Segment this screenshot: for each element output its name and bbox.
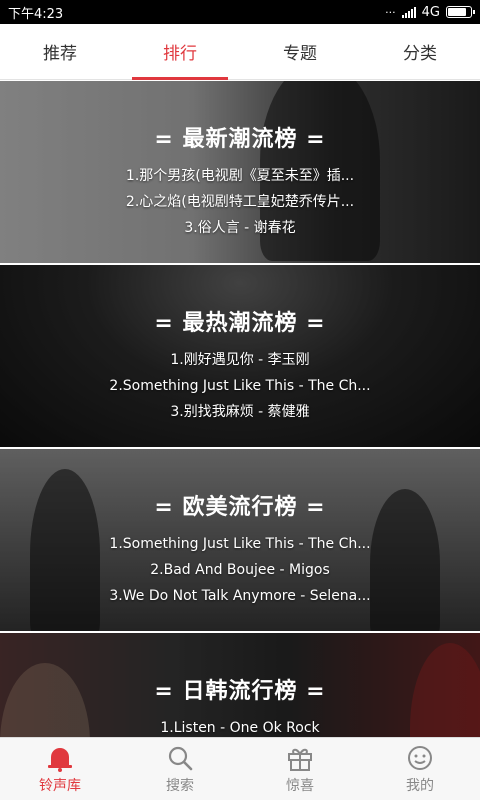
nav-label: 搜索 <box>166 778 194 794</box>
chart-title: = 日韩流行榜 = <box>154 679 326 704</box>
tab-recommend[interactable]: 推荐 <box>0 24 120 79</box>
top-tab-bar: 推荐 排行 专题 分类 <box>0 24 480 80</box>
gift-icon <box>285 743 315 773</box>
nav-surprise[interactable]: 惊喜 <box>240 738 360 800</box>
chart-song: 1.Something Just Like This - The Ch... <box>109 536 371 552</box>
chart-song: 1.那个男孩(电视剧《夏至未至》插... <box>125 168 355 184</box>
bell-icon <box>45 743 75 773</box>
battery-icon <box>446 6 475 18</box>
chart-title: = 欧美流行榜 = <box>154 495 326 520</box>
chart-card-asian[interactable]: = 日韩流行榜 = 1.Listen - One Ok Rock <box>0 633 480 737</box>
chart-song: 2.Something Just Like This - The Ch... <box>109 378 371 394</box>
nav-label: 铃声库 <box>39 778 81 794</box>
tab-ranking[interactable]: 排行 <box>120 24 240 80</box>
status-icons: ··· 4G <box>385 4 475 20</box>
face-icon <box>405 743 435 773</box>
tab-categories[interactable]: 分类 <box>360 24 480 79</box>
nav-search[interactable]: 搜索 <box>120 738 240 800</box>
chart-song: 3.别找我麻烦 - 蔡健雅 <box>170 404 310 420</box>
chart-title: = 最新潮流榜 = <box>154 127 326 152</box>
signal-icon <box>401 6 416 18</box>
dots-icon: ··· <box>385 5 396 19</box>
bottom-nav: 铃声库 搜索 惊喜 我的 <box>0 737 480 800</box>
tab-topics[interactable]: 专题 <box>240 24 360 79</box>
chart-card-hottest[interactable]: = 最热潮流榜 = 1.刚好遇见你 - 李玉刚 2.Something Just… <box>0 265 480 447</box>
chart-list[interactable]: = 最新潮流榜 = 1.那个男孩(电视剧《夏至未至》插... 2.心之焰(电视剧… <box>0 81 480 737</box>
nav-mine[interactable]: 我的 <box>360 738 480 800</box>
nav-label: 我的 <box>406 778 434 794</box>
chart-song: 1.Listen - One Ok Rock <box>160 720 320 736</box>
chart-song: 3.俗人言 - 谢春花 <box>184 220 296 236</box>
search-icon <box>165 743 195 773</box>
status-bar: 下午4:23 ··· 4G <box>0 0 480 24</box>
chart-title: = 最热潮流榜 = <box>154 311 326 336</box>
chart-card-western[interactable]: = 欧美流行榜 = 1.Something Just Like This - T… <box>0 449 480 631</box>
status-time: 下午4:23 <box>8 6 64 22</box>
chart-card-newest[interactable]: = 最新潮流榜 = 1.那个男孩(电视剧《夏至未至》插... 2.心之焰(电视剧… <box>0 81 480 263</box>
network-type: 4G <box>421 4 440 20</box>
nav-label: 惊喜 <box>286 778 314 794</box>
nav-ringtones[interactable]: 铃声库 <box>0 738 120 800</box>
chart-song: 2.Bad And Boujee - Migos <box>150 562 330 578</box>
chart-song: 3.We Do Not Talk Anymore - Selena... <box>109 588 371 604</box>
chart-song: 1.刚好遇见你 - 李玉刚 <box>170 352 310 368</box>
chart-song: 2.心之焰(电视剧特工皇妃楚乔传片... <box>125 194 355 210</box>
